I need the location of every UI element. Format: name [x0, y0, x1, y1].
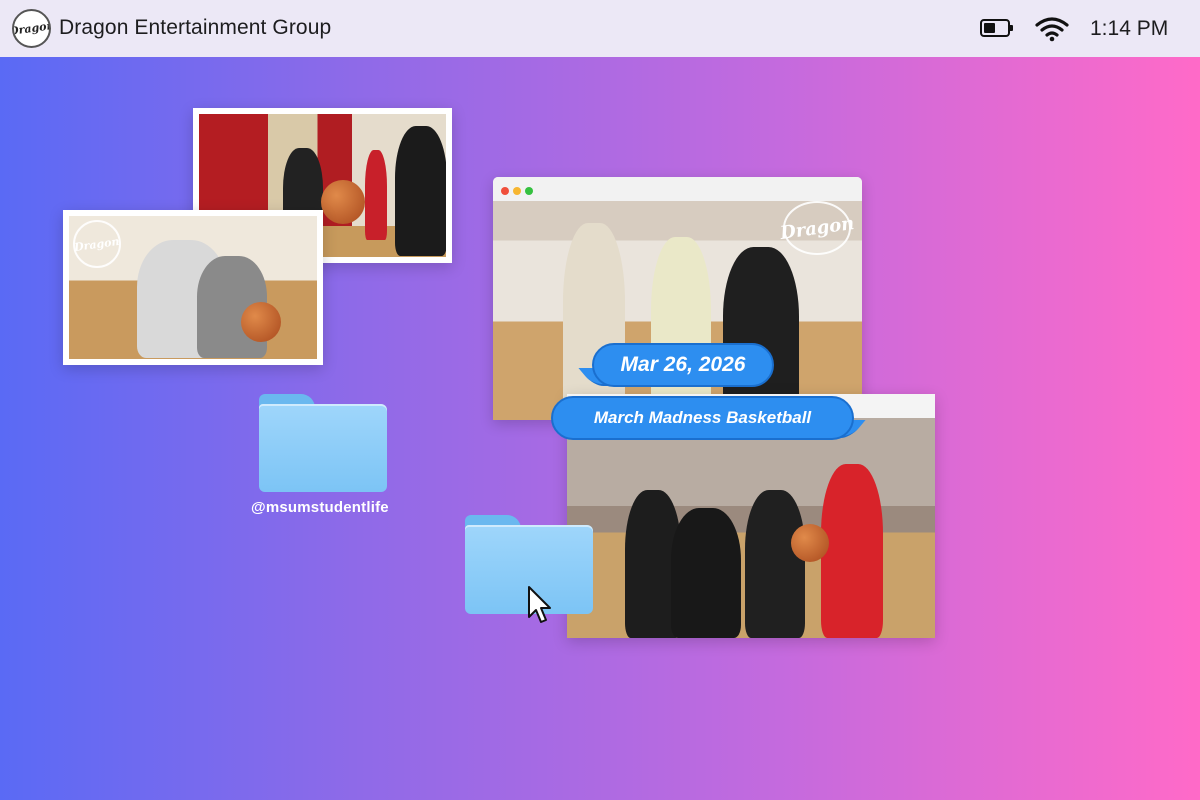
person-figure [821, 464, 883, 638]
photo-card-dribbling[interactable]: Dragon [63, 210, 323, 365]
watermark-text: Dragon [73, 234, 121, 254]
mouse-cursor-icon [528, 586, 551, 623]
menu-bar: Dragon Dragon Entertainment Group 1:14 P… [0, 0, 1200, 57]
folder-label[interactable]: @msumstudentlife [251, 499, 389, 516]
date-bubble: Mar 26, 2026 [592, 343, 774, 387]
basketball [241, 302, 281, 342]
battery-icon[interactable] [980, 19, 1013, 37]
watermark-text: Dragon [778, 212, 856, 244]
minimize-window-button[interactable] [513, 187, 521, 195]
dragon-watermark-icon: Dragon [779, 201, 855, 255]
basketball [321, 180, 365, 224]
maximize-window-button[interactable] [525, 187, 533, 195]
dragon-logo-icon[interactable]: Dragon [12, 9, 51, 48]
photo-dribbling: Dragon [69, 216, 317, 359]
person-figure [671, 508, 741, 638]
basketball [791, 524, 829, 562]
person-figure [365, 150, 387, 240]
browser-title-bar [493, 177, 862, 201]
person-figure [651, 237, 711, 420]
person-figure [395, 126, 446, 256]
dragon-watermark-icon: Dragon [73, 220, 121, 268]
person-figure [745, 490, 805, 638]
close-window-button[interactable] [501, 187, 509, 195]
person-figure [563, 223, 625, 420]
photo-medal-winners: Dragon [493, 201, 862, 420]
photo-team [567, 418, 935, 638]
app-title[interactable]: Dragon Entertainment Group [59, 16, 331, 40]
battery-level [984, 23, 995, 33]
wifi-icon[interactable] [1035, 16, 1069, 42]
folder-body [259, 404, 387, 492]
folder-icon[interactable] [259, 394, 387, 492]
event-title-bubble: March Madness Basketball [551, 396, 854, 440]
clock[interactable]: 1:14 PM [1090, 17, 1168, 41]
logo-text: Dragon [12, 18, 51, 39]
